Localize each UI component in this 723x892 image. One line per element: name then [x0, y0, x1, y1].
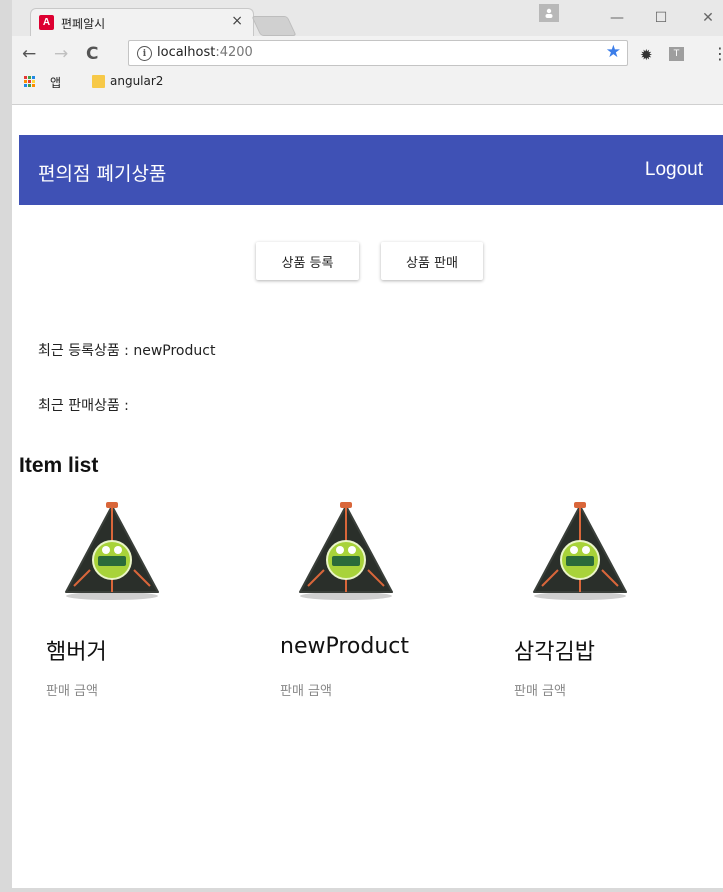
- bookmark-star-icon[interactable]: ★: [606, 42, 621, 62]
- new-tab-button[interactable]: [251, 16, 297, 36]
- sell-product-button[interactable]: 상품 판매: [381, 242, 483, 280]
- register-product-button[interactable]: 상품 등록: [256, 242, 359, 280]
- onigiri-image: [65, 502, 159, 600]
- reload-icon[interactable]: C: [86, 44, 98, 64]
- apps-grid-icon[interactable]: [24, 76, 36, 88]
- onigiri-image: [299, 502, 393, 600]
- item-name: newProduct: [280, 634, 410, 659]
- browser-tab[interactable]: A 편페알시 ×: [30, 8, 254, 36]
- browser-window: A 편페알시 × — ☐ ✕ ← → C i localhost:4200 ★ …: [0, 0, 723, 892]
- url-host: localhost: [157, 45, 216, 60]
- item-price-label: 판매 금액: [280, 684, 332, 699]
- bookmark-angular2[interactable]: angular2: [110, 74, 163, 88]
- app-title: 편의점 폐기상품: [38, 163, 167, 185]
- recent-registered-text: 최근 등록상품 : newProduct: [38, 343, 216, 359]
- browser-titlebar: A 편페알시 × — ☐ ✕: [12, 0, 723, 36]
- logout-button[interactable]: Logout: [645, 159, 703, 181]
- item-price-label: 판매 금액: [514, 684, 566, 699]
- maximize-button[interactable]: ☐: [653, 10, 669, 26]
- item-name: 햄버거: [46, 640, 107, 665]
- item-list-title: Item list: [19, 454, 99, 477]
- profile-icon[interactable]: [539, 4, 559, 22]
- t-extension-icon[interactable]: T: [669, 47, 684, 61]
- app-header: 편의점 폐기상품 Logout: [19, 135, 723, 205]
- item-card[interactable]: 삼각김밥 판매 금액: [514, 500, 714, 710]
- recent-sold-text: 최근 판매상품 :: [38, 398, 129, 414]
- close-window-button[interactable]: ✕: [700, 10, 716, 26]
- tab-close-icon[interactable]: ×: [231, 13, 243, 29]
- address-url: localhost:4200: [157, 45, 253, 60]
- info-icon[interactable]: i: [137, 46, 152, 61]
- bookmark-apps[interactable]: 앱: [50, 74, 61, 91]
- browser-toolbar: ← → C i localhost:4200 ★ ✹ T ⋮ 앱 angular…: [12, 36, 723, 105]
- window-bottom-border: [12, 888, 723, 892]
- angular-favicon-icon: A: [39, 15, 54, 30]
- forward-arrow-icon[interactable]: →: [54, 44, 68, 64]
- onigiri-image: [533, 502, 627, 600]
- item-card[interactable]: newProduct 판매 금액: [280, 500, 480, 710]
- item-name: 삼각김밥: [514, 640, 595, 665]
- folder-icon: [92, 75, 105, 88]
- bookmarks-bar: 앱 angular2: [12, 72, 723, 94]
- item-price-label: 판매 금액: [46, 684, 98, 699]
- address-bar[interactable]: i localhost:4200 ★: [128, 40, 628, 66]
- minimize-button[interactable]: —: [609, 10, 625, 26]
- browser-menu-icon[interactable]: ⋮: [712, 44, 723, 63]
- tab-title: 편페알시: [61, 17, 106, 31]
- back-arrow-icon[interactable]: ←: [22, 44, 36, 64]
- gear-extension-icon[interactable]: ✹: [640, 46, 653, 64]
- url-port: :4200: [215, 45, 253, 60]
- item-card[interactable]: 햄버거 판매 금액: [46, 500, 246, 710]
